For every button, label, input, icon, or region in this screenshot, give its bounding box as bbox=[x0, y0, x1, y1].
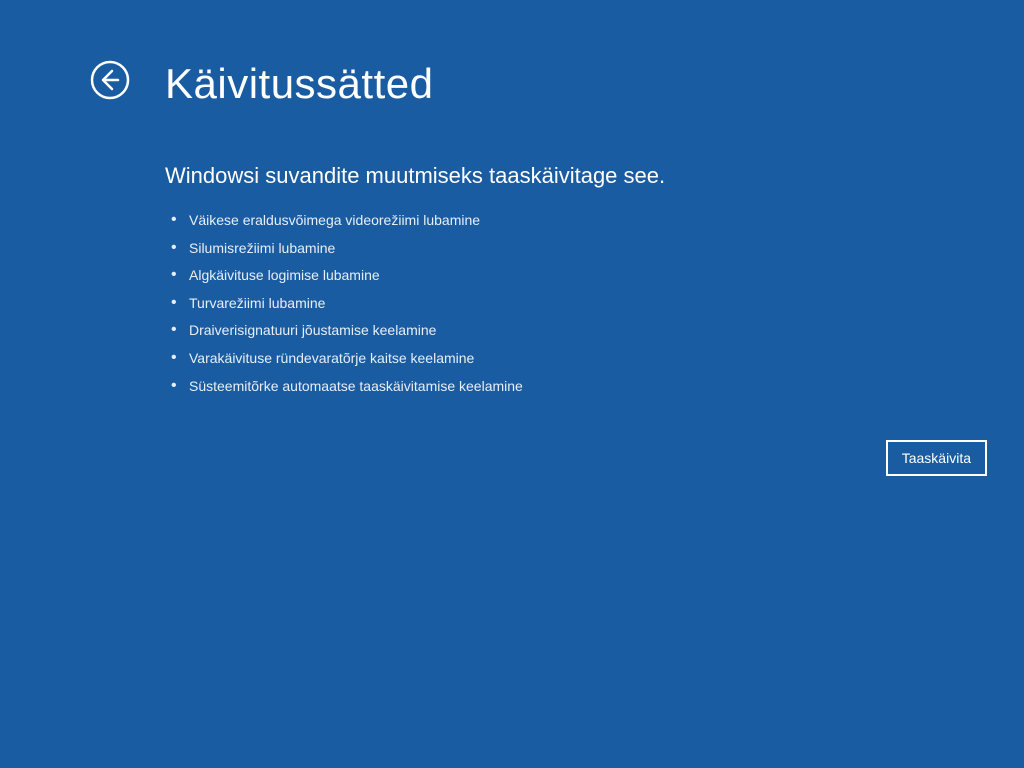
list-item: Silumisrežiimi lubamine bbox=[165, 239, 1024, 259]
list-item: Väikese eraldusvõimega videorežiimi luba… bbox=[165, 211, 1024, 231]
restart-button[interactable]: Taaskäivita bbox=[886, 440, 987, 476]
list-item: Varakäivituse ründevaratõrje kaitse keel… bbox=[165, 349, 1024, 369]
list-item: Draiverisignatuuri jõustamise keelamine bbox=[165, 321, 1024, 341]
list-item: Turvarežiimi lubamine bbox=[165, 294, 1024, 314]
page-subtitle: Windowsi suvandite muutmiseks taaskäivit… bbox=[165, 163, 1024, 189]
list-item: Algkäivituse logimise lubamine bbox=[165, 266, 1024, 286]
page-title: Käivitussätted bbox=[165, 60, 1024, 108]
arrow-left-circle-icon bbox=[90, 60, 130, 100]
startup-options-list: Väikese eraldusvõimega videorežiimi luba… bbox=[165, 211, 1024, 396]
back-button[interactable] bbox=[90, 60, 130, 100]
list-item: Süsteemitõrke automaatse taaskäivitamise… bbox=[165, 377, 1024, 397]
